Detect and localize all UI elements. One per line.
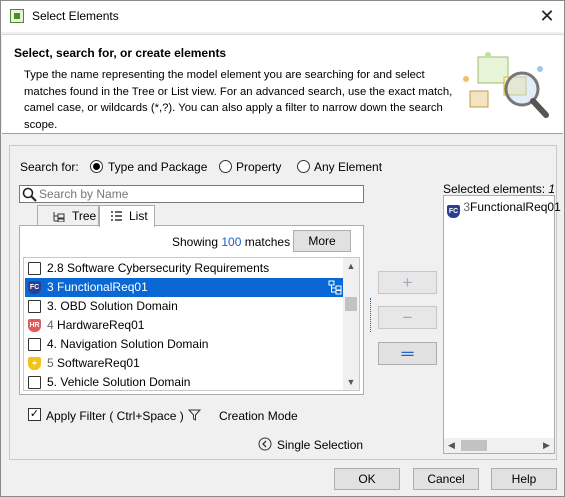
scrollbar-thumb[interactable] (345, 297, 357, 311)
any-element-label[interactable]: Any Element (314, 160, 382, 174)
folder-icon (28, 376, 41, 389)
dialog-title: Select Elements (32, 9, 119, 23)
item-number: 4 (47, 318, 54, 332)
selected-elements-label: Selected elements: 1 (443, 182, 555, 196)
filter-icon[interactable] (188, 409, 201, 421)
search-icon (22, 187, 37, 202)
search-illustration-icon (463, 52, 549, 118)
selected-label-text: Selected elements: (443, 182, 546, 196)
showing-suffix: matches (244, 235, 291, 249)
item-name: Navigation Solution Domain (60, 337, 209, 351)
close-button[interactable]: ✕ (530, 1, 564, 32)
results-list[interactable]: 2.8 Software Cybersecurity Requirements … (23, 257, 360, 391)
search-box[interactable] (19, 185, 364, 203)
showing-prefix: Showing (172, 235, 219, 249)
item-number: 5 (47, 356, 54, 370)
list-item[interactable]: 3. OBD Solution Domain (25, 297, 345, 316)
item-number: 3 (47, 280, 54, 294)
list-view-icon (111, 211, 122, 221)
item-number: 5. (47, 375, 58, 389)
item-name: HardwareReq01 (57, 318, 145, 332)
scrollbar-thumb[interactable] (461, 440, 487, 451)
item-name: Software Cybersecurity Requirements (67, 261, 270, 275)
selected-elements-list[interactable]: FC 3FunctionalReq01 ◀ ▶ (443, 195, 561, 454)
scroll-right-icon[interactable]: ▶ (539, 438, 554, 453)
apply-filter-label[interactable]: Apply Filter ( Ctrl+Space ) (46, 409, 184, 423)
help-button[interactable]: Help (491, 468, 557, 490)
match-count: 100 (221, 235, 242, 249)
ok-button[interactable]: OK (334, 468, 400, 490)
item-number: 2.8 (47, 261, 64, 275)
selected-item[interactable]: FC 3FunctionalReq01 (447, 200, 561, 218)
header-panel: Select, search for, or create elements T… (2, 34, 563, 134)
chevron-left-icon[interactable] (258, 437, 272, 451)
folder-icon (28, 338, 41, 351)
functional-requirement-icon: FC (28, 281, 41, 294)
header-title: Select, search for, or create elements (14, 46, 227, 60)
tree-view-icon (53, 212, 65, 222)
title-bar: Select Elements ✕ (1, 1, 564, 32)
add-button[interactable]: + (378, 271, 437, 294)
selected-hscrollbar[interactable]: ◀ ▶ (444, 438, 554, 453)
item-name: SoftwareReq01 (57, 356, 140, 370)
apply-filter-checkbox[interactable]: ✓ (28, 408, 41, 421)
item-name: Vehicle Solution Domain (60, 375, 191, 389)
item-name: OBD Solution Domain (60, 299, 178, 313)
more-button[interactable]: More (293, 230, 351, 252)
item-number: 4. (47, 337, 58, 351)
tab-list-label: List (129, 209, 148, 223)
list-item[interactable]: 2.8 Software Cybersecurity Requirements (25, 259, 345, 278)
show-in-tree-icon[interactable] (328, 280, 343, 295)
list-item[interactable]: HR 4 HardwareReq01 (25, 316, 345, 335)
property-radio[interactable] (219, 160, 232, 173)
functional-requirement-icon: FC (447, 205, 460, 218)
search-for-label: Search for: (20, 160, 79, 174)
single-selection-label[interactable]: Single Selection (277, 438, 363, 452)
select-elements-dialog: Select Elements ✕ Select, search for, or… (0, 0, 565, 497)
item-number: 3. (47, 299, 58, 313)
hardware-requirement-icon: HR (28, 319, 41, 332)
creation-mode-label[interactable]: Creation Mode (219, 409, 298, 423)
folder-icon (28, 262, 41, 275)
header-description: Type the name representing the model ele… (24, 69, 453, 131)
type-and-package-label[interactable]: Type and Package (108, 160, 207, 174)
type-and-package-radio[interactable] (90, 160, 103, 173)
list-item-selected[interactable]: FC 3 FunctionalReq01 (25, 278, 345, 297)
software-requirement-icon (28, 357, 41, 370)
scroll-up-icon[interactable]: ▲ (343, 258, 359, 274)
scroll-left-icon[interactable]: ◀ (444, 438, 459, 453)
remove-all-button[interactable]: ═ (378, 342, 437, 365)
match-count-text: Showing 100 matches (172, 235, 290, 249)
cancel-button[interactable]: Cancel (413, 468, 479, 490)
item-name: FunctionalReq01 (470, 200, 561, 214)
property-label[interactable]: Property (236, 160, 281, 174)
results-scrollbar[interactable]: ▲ ▼ (343, 258, 359, 390)
any-element-radio[interactable] (297, 160, 310, 173)
results-panel: Showing 100 matches More 2.8 Software Cy… (19, 225, 364, 395)
search-input[interactable] (39, 186, 359, 202)
list-item[interactable]: 4. Navigation Solution Domain (25, 335, 345, 354)
selected-count: 1 (548, 182, 556, 196)
app-icon (10, 9, 24, 23)
remove-button[interactable]: − (378, 306, 437, 329)
splitter-handle[interactable] (370, 298, 371, 332)
list-item[interactable]: 5 SoftwareReq01 (25, 354, 345, 373)
tab-list[interactable]: List (99, 205, 155, 227)
scroll-down-icon[interactable]: ▼ (343, 374, 359, 390)
tab-tree[interactable]: Tree (37, 205, 99, 226)
list-item[interactable]: 5. Vehicle Solution Domain (25, 373, 345, 390)
item-name: FunctionalReq01 (57, 280, 148, 294)
folder-icon (28, 300, 41, 313)
tab-tree-label: Tree (72, 209, 97, 223)
